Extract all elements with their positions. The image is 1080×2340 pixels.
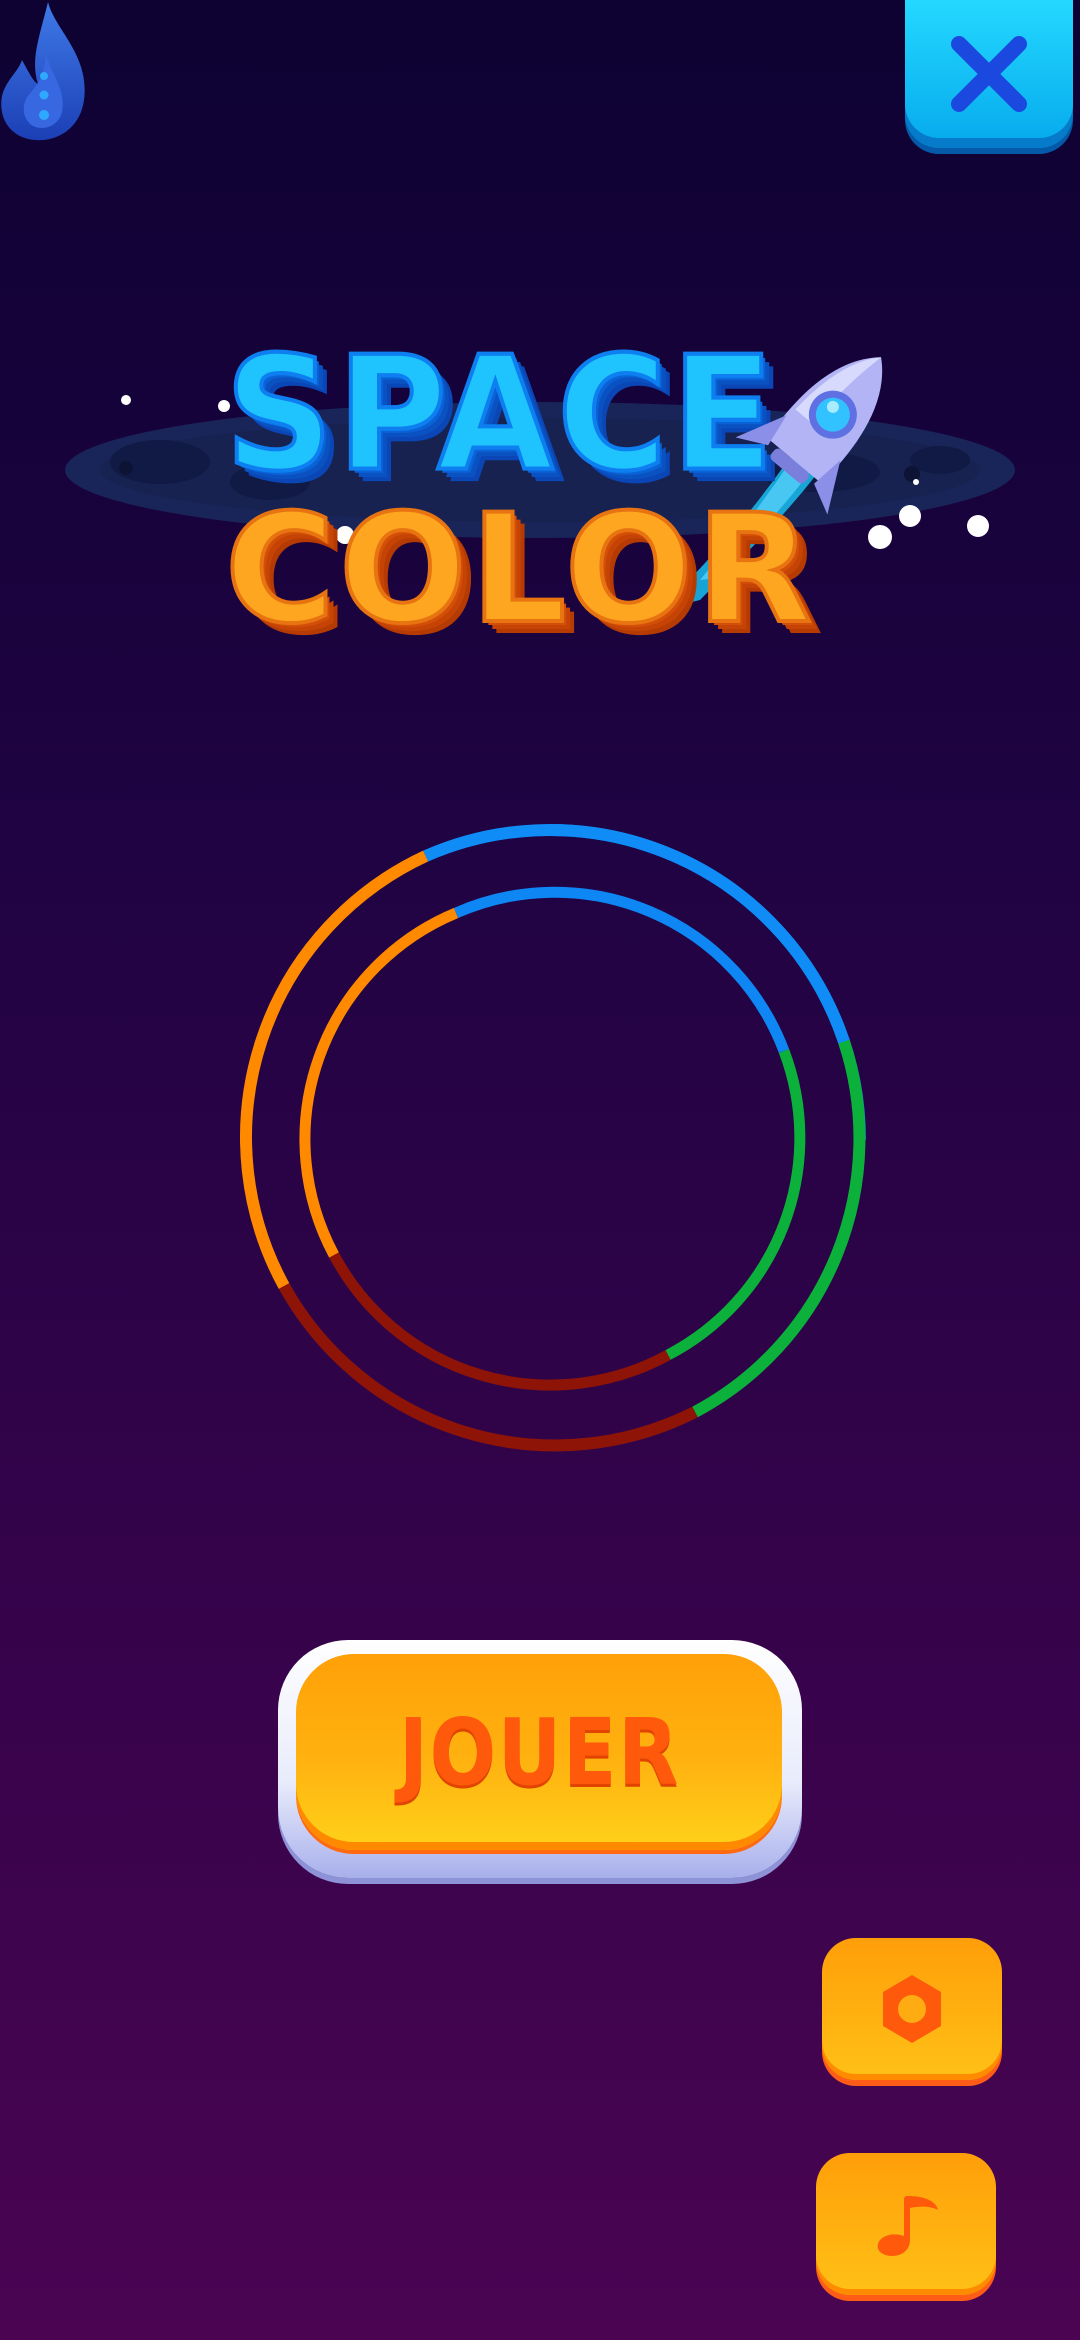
hexagon-icon bbox=[883, 1975, 941, 2043]
rocket-icon bbox=[735, 357, 883, 515]
color-rings bbox=[234, 824, 866, 1456]
inner-ring-blue bbox=[453, 886, 790, 1053]
close-icon bbox=[951, 36, 1027, 112]
inner-ring-orange bbox=[299, 907, 459, 1258]
play-button-label: JOUER bbox=[398, 1698, 680, 1806]
inner-ring-red bbox=[329, 1252, 671, 1391]
music-note-icon bbox=[877, 2196, 938, 2256]
music-button[interactable] bbox=[816, 2153, 996, 2295]
outer-ring-orange bbox=[240, 850, 429, 1289]
play-button-face: JOUER bbox=[296, 1654, 782, 1850]
flame-icon bbox=[0, 0, 90, 145]
play-button[interactable]: JOUER bbox=[278, 1640, 802, 1878]
settings-button[interactable] bbox=[822, 1938, 1002, 2080]
game-screen: SPACE COLOR JOUER bbox=[0, 0, 1080, 2340]
outer-ring-blue bbox=[423, 824, 850, 1044]
game-logo: SPACE COLOR bbox=[60, 320, 1020, 690]
inner-ring-green bbox=[665, 1049, 806, 1360]
close-button[interactable] bbox=[905, 0, 1073, 148]
